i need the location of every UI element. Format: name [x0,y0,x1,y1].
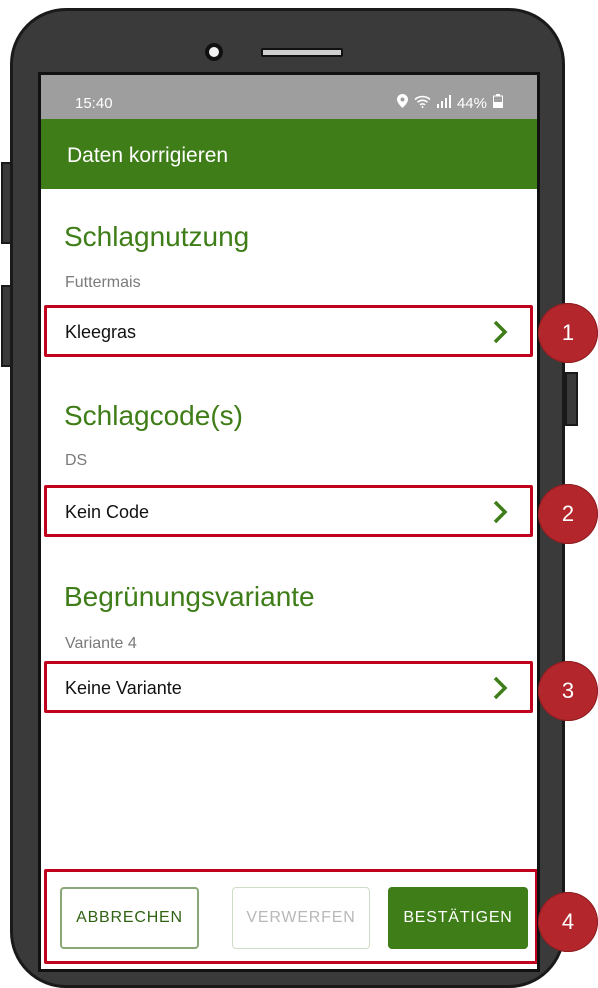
cancel-button[interactable]: ABBRECHEN [60,887,199,949]
front-camera [205,43,223,61]
location-icon [396,94,408,112]
status-bar: 15:40 44% [41,75,537,119]
section-current-begruenungsvariante: Variante 4 [65,635,137,652]
select-row-schlagcode[interactable]: Kein Code [44,485,533,537]
callout-marker-1: 1 [538,303,598,363]
battery-icon [493,94,503,112]
phone-power-button [565,372,578,426]
discard-button[interactable]: VERWERFEN [232,887,370,949]
section-title-schlagnutzung: Schlagnutzung [64,221,250,252]
status-icons: 44% [396,94,503,112]
select-row-label: Kleegras [65,322,137,342]
footer-actions: ABBRECHEN VERWERFEN BESTÄTIGEN [44,869,537,964]
callout-marker-3: 3 [538,661,598,721]
select-row-begruenungsvariante[interactable]: Keine Variante [44,661,533,713]
confirm-button[interactable]: BESTÄTIGEN [388,887,528,949]
select-row-label: Keine Variante [65,678,182,698]
callout-marker-4: 4 [538,892,598,952]
battery-level: 44% [456,94,487,112]
signal-icon [436,94,451,112]
status-time: 15:40 [75,95,113,112]
wifi-icon [414,95,431,112]
earpiece-speaker [261,48,343,57]
phone-screen: 15:40 44% Daten korrigieren Schlagnutzun… [38,72,540,972]
select-row-schlagnutzung[interactable]: Kleegras [44,305,533,357]
select-row-label: Kein Code [65,502,150,522]
section-current-schlagnutzung: Futtermais [65,274,141,291]
app-bar: Daten korrigieren [41,119,537,189]
section-title-begruenungsvariante: Begrünungsvariante [64,581,315,612]
page-title: Daten korrigieren [67,144,229,167]
section-current-schlagcode: DS [65,452,88,469]
chevron-right-icon [492,676,508,705]
section-title-schlagcode: Schlagcode(s) [64,400,243,431]
callout-marker-2: 2 [538,484,598,544]
chevron-right-icon [492,320,508,349]
chevron-right-icon [492,500,508,529]
